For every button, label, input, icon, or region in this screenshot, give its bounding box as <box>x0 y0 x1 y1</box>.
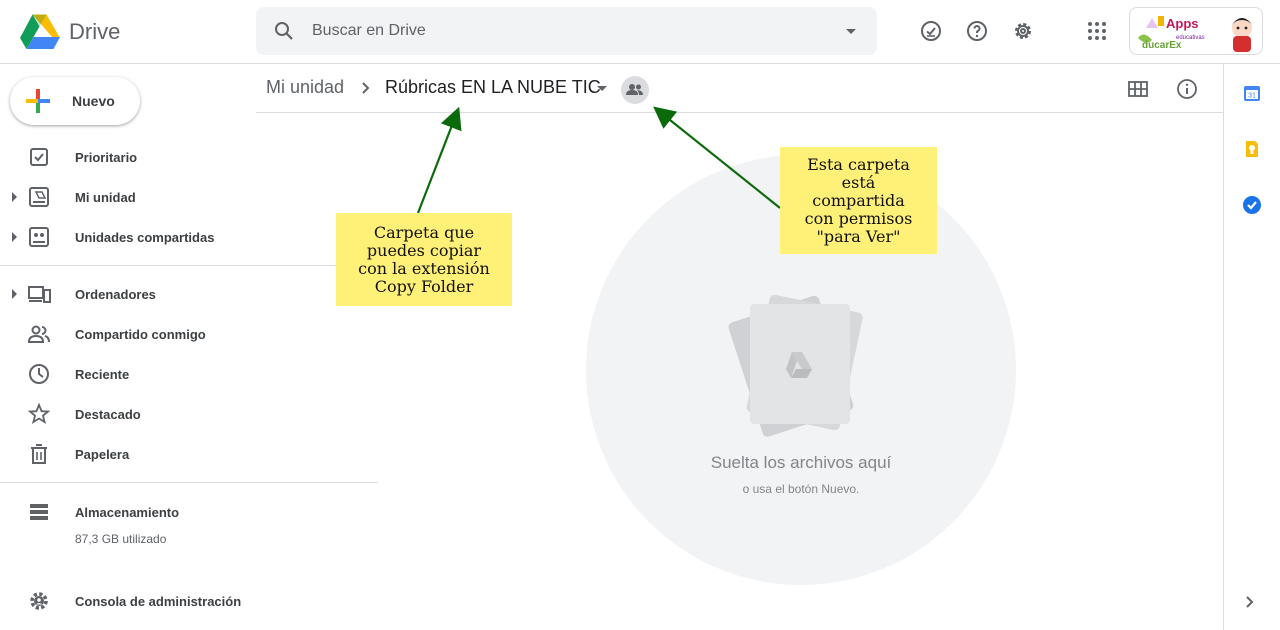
sidebar-item-priority[interactable]: Prioritario <box>0 141 256 173</box>
my-drive-icon <box>29 187 49 207</box>
sidebar-item-label: Prioritario <box>75 150 138 165</box>
annotation-text: Esta carpeta está compartida con permiso… <box>804 154 913 246</box>
breadcrumb-divider <box>256 112 1223 113</box>
sidebar-item-shared-with-me[interactable]: Compartido conmigo <box>0 318 256 350</box>
sidebar-item-label: Papelera <box>75 447 130 462</box>
sidebar-item-trash[interactable]: Papelera <box>0 438 256 470</box>
shared-folder-badge[interactable] <box>621 76 649 104</box>
search-input[interactable] <box>312 15 812 47</box>
drive-files-illustration-icon <box>728 294 863 437</box>
search-options-icon[interactable] <box>841 21 861 41</box>
sidebar-item-admin-console[interactable]: Consola de administración <box>0 585 256 617</box>
plus-icon <box>26 89 50 113</box>
drive-window: Drive Buscar en Drive Apps educativas du… <box>0 0 1280 630</box>
help-icon[interactable] <box>965 19 989 43</box>
account-avatar[interactable]: Apps educativas ducarEx <box>1129 7 1263 55</box>
info-icon[interactable] <box>1176 78 1198 100</box>
sidebar-item-label: Mi unidad <box>75 190 136 205</box>
shared-with-me-icon <box>27 325 50 343</box>
educarex-logo-icon: Apps educativas ducarEx <box>1138 16 1253 52</box>
annotation-text: Carpeta que puedes copiar con la extensi… <box>358 222 490 296</box>
breadcrumb-current-folder[interactable]: Rúbricas EN LA NUBE TIC <box>385 77 601 98</box>
sidebar-item-label: Ordenadores <box>75 287 156 302</box>
search-bar[interactable] <box>256 7 877 55</box>
new-button[interactable]: Nuevo <box>10 77 140 125</box>
computers-icon <box>28 286 51 303</box>
caret-right-icon[interactable] <box>11 192 19 202</box>
chevron-down-icon[interactable] <box>597 86 607 92</box>
sidebar-item-label: Consola de administración <box>75 594 242 609</box>
app-name: Drive <box>69 18 121 44</box>
sidebar-item-computers[interactable]: Ordenadores <box>0 278 256 310</box>
svg-text:31: 31 <box>1248 93 1256 100</box>
breadcrumb-my-drive[interactable]: Mi unidad <box>266 77 344 98</box>
sidebar-item-label: Compartido conmigo <box>75 327 206 342</box>
grid-view-icon[interactable] <box>1127 78 1149 100</box>
annotation-shared-view: Esta carpeta está compartida con permiso… <box>780 147 937 254</box>
calendar-icon[interactable]: 31 <box>1242 83 1262 103</box>
caret-right-icon[interactable] <box>11 232 19 242</box>
offline-ready-icon[interactable] <box>919 19 943 43</box>
sidebar-divider <box>0 482 378 483</box>
priority-icon <box>30 148 48 166</box>
drop-zone-subtitle: o usa el botón Nuevo. <box>742 482 860 496</box>
storage-used-text: 87,3 GB utilizado <box>75 532 167 546</box>
sidebar-item-label: Unidades compartidas <box>75 230 215 245</box>
caret-right-icon[interactable] <box>11 289 19 299</box>
storage-icon <box>30 504 48 520</box>
keep-icon[interactable] <box>1242 139 1262 159</box>
sidebar-item-label: Destacado <box>75 407 141 422</box>
storage-label: Almacenamiento <box>75 505 180 520</box>
new-button-label: Nuevo <box>72 93 115 109</box>
annotation-copy-folder: Carpeta que puedes copiar con la extensi… <box>336 213 512 306</box>
admin-gear-icon <box>30 592 48 610</box>
drop-zone-title: Suelta los archivos aquí <box>710 453 892 472</box>
arrow-to-folder <box>416 106 462 214</box>
settings-icon[interactable] <box>1011 19 1035 43</box>
sidebar-divider <box>0 265 378 266</box>
side-panel-rail: 31 <box>1223 64 1280 630</box>
sidebar-item-label: Reciente <box>75 367 130 382</box>
svg-text:ducarEx: ducarEx <box>1142 40 1182 51</box>
expand-panel-icon[interactable] <box>1242 594 1258 610</box>
drive-logo-icon <box>20 14 60 49</box>
star-icon <box>27 402 51 424</box>
sidebar-item-my-drive[interactable]: Mi unidad <box>0 181 256 213</box>
sidebar-item-storage[interactable]: Almacenamiento <box>0 496 256 528</box>
shared-drives-icon <box>29 227 49 247</box>
sidebar-item-shared-drives[interactable]: Unidades compartidas <box>0 221 256 253</box>
top-header: Drive Buscar en Drive Apps educativas du… <box>0 0 1280 64</box>
people-icon <box>626 84 643 95</box>
apps-grid-icon[interactable] <box>1085 19 1109 43</box>
sidebar-item-recent[interactable]: Reciente <box>0 358 256 390</box>
drive-logo[interactable]: Drive <box>20 14 120 49</box>
chevron-right-icon <box>362 82 370 94</box>
sidebar-item-starred[interactable]: Destacado <box>0 398 256 430</box>
tasks-icon[interactable] <box>1242 195 1262 215</box>
search-icon[interactable] <box>272 19 296 43</box>
svg-text:Apps: Apps <box>1166 16 1199 31</box>
trash-icon <box>31 444 47 464</box>
clock-icon <box>29 364 49 384</box>
